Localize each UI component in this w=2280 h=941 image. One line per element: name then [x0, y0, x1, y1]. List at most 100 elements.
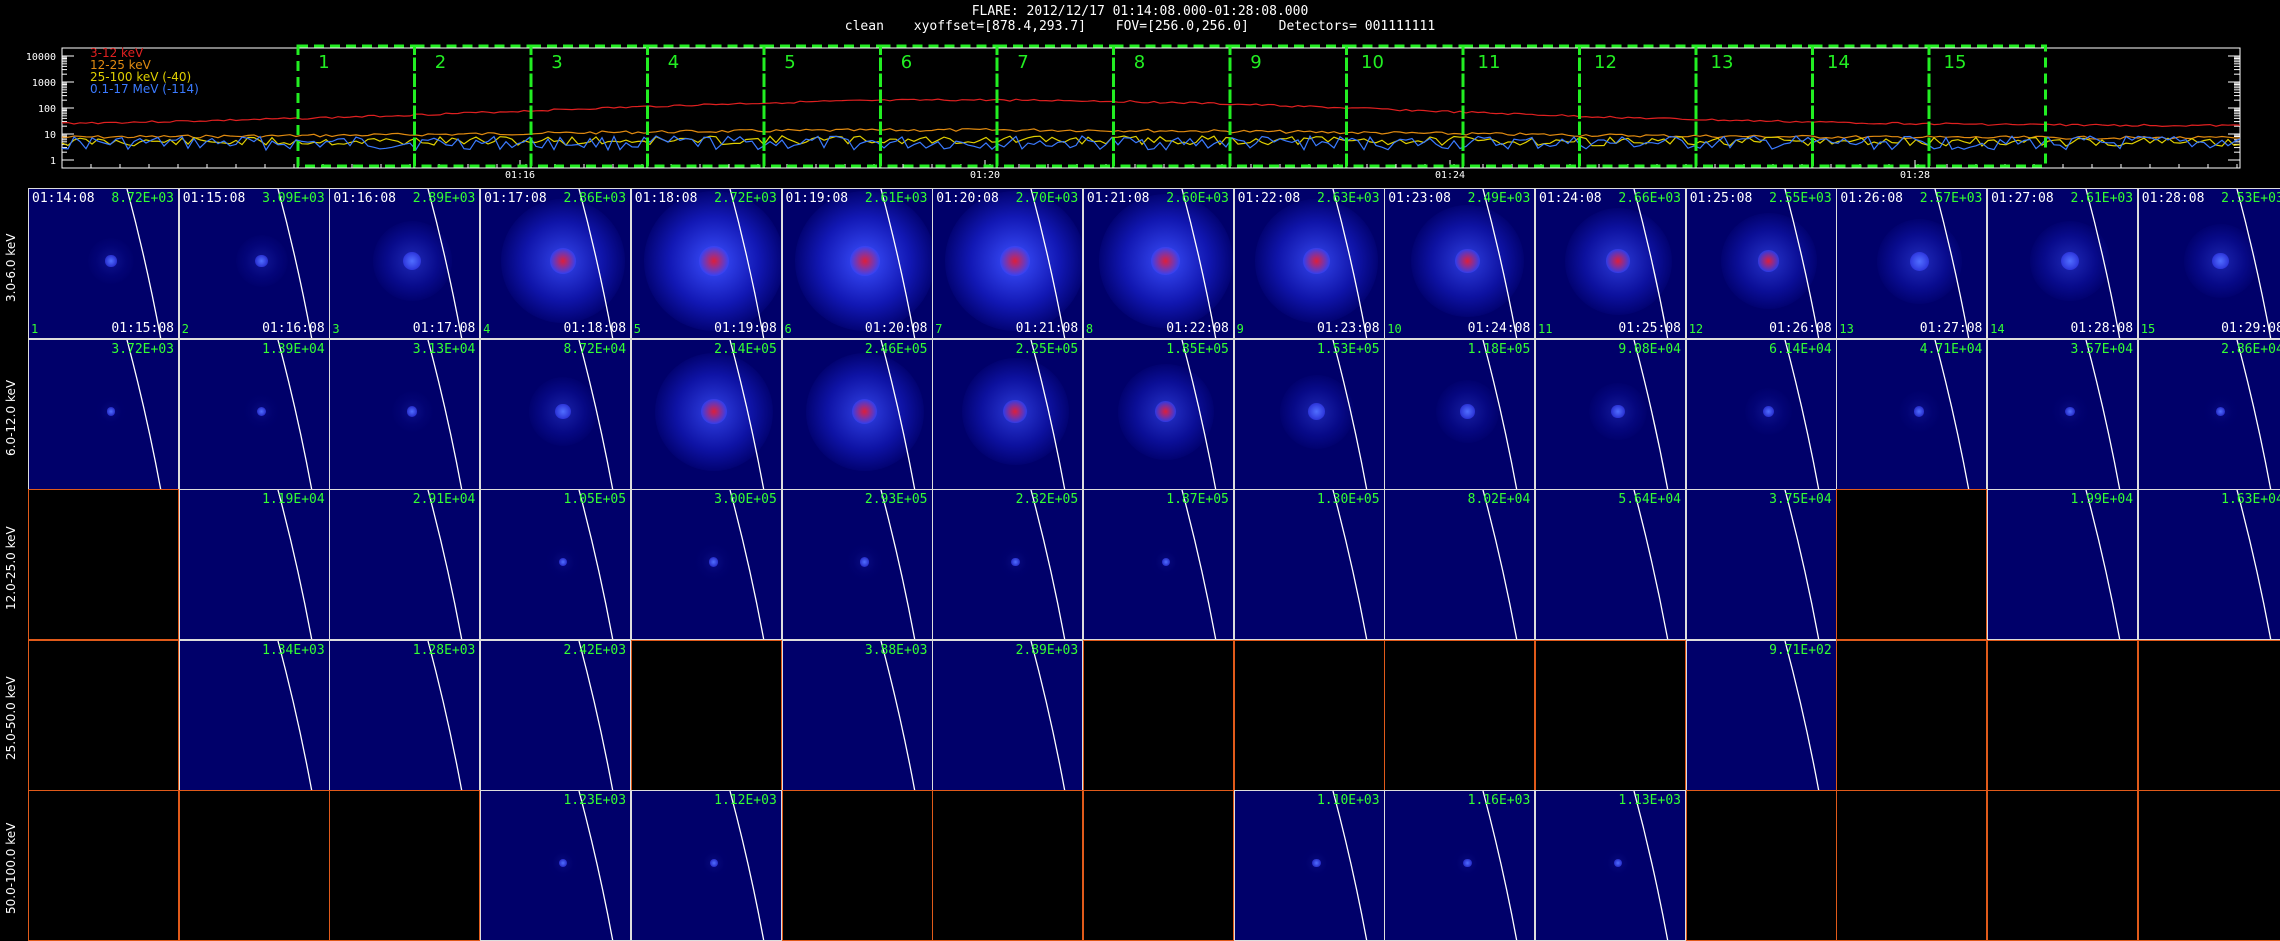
- interval-box: [296, 44, 416, 168]
- image-cell: [1987, 639, 2139, 791]
- peak-value: 1.16E+03: [1467, 793, 1531, 808]
- solar-limb: [879, 490, 915, 639]
- image-cell: 1.28E+03: [329, 639, 481, 791]
- image-cell: 1.87E+05: [1082, 489, 1234, 640]
- peak-value: 3.13E+04: [412, 341, 476, 357]
- peak-value: 2.55E+03: [1769, 191, 1832, 206]
- image-cell: 1.05E+05: [480, 489, 632, 640]
- end-time: 01:15:08: [111, 321, 174, 336]
- interval-label: 3: [551, 52, 562, 73]
- image-cell: 2.86E+03 01:17:08 01:18:08 4: [480, 188, 632, 339]
- solar-limb: [578, 339, 614, 489]
- image-cell: 2.14E+05: [630, 338, 782, 490]
- x-tick-label: 01:20: [970, 170, 1000, 180]
- solar-limb: [1784, 189, 1819, 338]
- image-cell: 2.86E+04: [2137, 338, 2280, 490]
- image-cell: 2.89E+03: [932, 639, 1084, 791]
- interval-index: 7: [935, 322, 943, 336]
- row-label-energy: 12.0-25.0 keV: [4, 526, 18, 610]
- image-cell: 1.34E+03: [178, 639, 330, 791]
- legend-entry: 0.1-17 MeV (-114): [90, 82, 199, 96]
- lightcurve-plot: 10000100010010101:16 01:20 01:24 01:283-12 …: [26, 44, 2241, 180]
- image-cell: [2137, 639, 2280, 791]
- peak-value: 3.09E+03: [262, 191, 325, 206]
- image-cell: 1.85E+05: [1082, 338, 1234, 490]
- start-time: 01:24:08: [1539, 191, 1602, 206]
- peak-value: 1.53E+05: [1316, 341, 1380, 357]
- peak-value: 9.08E+04: [1618, 341, 1681, 357]
- image-cell: 1.13E+03: [1535, 790, 1686, 941]
- interval-label: 13: [1711, 52, 1734, 73]
- end-time: 01:23:08: [1316, 321, 1380, 336]
- image-cell: [1836, 639, 1988, 791]
- peak-value: 2.14E+05: [714, 341, 777, 357]
- solar-limb: [2236, 189, 2272, 338]
- peak-value: 2.63E+03: [1316, 191, 1380, 206]
- solar-limb: [2085, 189, 2121, 338]
- image-cell: [630, 639, 782, 791]
- solar-limb: [1633, 791, 1669, 940]
- interval-index: 14: [1990, 322, 2005, 336]
- peak-value: 2.86E+03: [563, 191, 627, 206]
- image-cell: [1685, 790, 1837, 941]
- image-cell: 1.12E+03: [630, 790, 782, 941]
- image-cell: [2137, 790, 2280, 941]
- image-cell: 3.88E+03: [781, 639, 933, 791]
- image-cell: 3.72E+03: [28, 338, 179, 490]
- peak-value: 2.89E+03: [1015, 642, 1079, 658]
- row-label-energy: 6.0-12.0 keV: [4, 379, 18, 456]
- interval-label: 7: [1017, 52, 1028, 73]
- image-cell: 2.60E+03 01:21:08 01:22:08 8: [1082, 188, 1234, 339]
- image-cell: 2.57E+03 01:26:08 01:27:08 13: [1836, 188, 1988, 339]
- image-cell: 3.09E+03 01:15:08 01:16:08 2: [178, 188, 330, 339]
- interval-index: 1: [31, 322, 39, 336]
- image-cell: 1.63E+04: [2137, 489, 2280, 640]
- solar-limb: [2085, 490, 2121, 639]
- image-cell: 2.93E+05: [781, 489, 933, 640]
- end-time: 01:17:08: [412, 321, 476, 336]
- solar-limb: [729, 490, 765, 639]
- peak-value: 2.89E+03: [412, 191, 476, 206]
- peak-value: 8.02E+04: [1467, 492, 1531, 507]
- row-label-energy: 25.0-50.0 keV: [4, 676, 18, 761]
- interval-label: 15: [1944, 52, 1967, 73]
- image-cell: [1384, 639, 1536, 791]
- image-cell: 8.72E+04: [480, 338, 632, 490]
- solar-limb: [1030, 189, 1066, 338]
- image-cell: 1.99E+04: [1987, 489, 2139, 640]
- peak-value: 3.88E+03: [864, 642, 928, 658]
- peak-value: 2.61E+03: [2070, 191, 2134, 206]
- interval-label: 6: [901, 52, 912, 73]
- xyoffset-label: xyoffset=[878.4,293.7]: [913, 19, 1086, 34]
- peak-value: 1.63E+04: [2221, 492, 2280, 507]
- y-tick-label: 10000: [26, 52, 56, 63]
- image-cell: 2.32E+05: [932, 489, 1084, 640]
- solar-limb: [2085, 339, 2121, 489]
- y-tick-label: 100: [38, 104, 56, 115]
- peak-value: 3.72E+03: [111, 341, 174, 357]
- interval-index: 12: [1688, 322, 1704, 336]
- interval-index: 15: [2140, 322, 2156, 336]
- solar-limb: [277, 339, 312, 489]
- solar-limb: [1934, 189, 1970, 338]
- image-cell: 1.18E+05: [1384, 338, 1536, 490]
- interval-label: 2: [435, 52, 446, 73]
- peak-value: 2.32E+05: [1015, 492, 1079, 507]
- solar-limb: [427, 189, 463, 338]
- start-time: 01:27:08: [1991, 191, 2054, 206]
- image-cell: 9.71E+02: [1685, 639, 1837, 791]
- interval-label: 5: [784, 52, 795, 73]
- image-cell: 2.61E+03 01:27:08 01:28:08 14: [1987, 188, 2139, 339]
- start-time: 01:20:08: [936, 191, 999, 206]
- image-cell: [178, 790, 330, 941]
- solar-limb: [879, 339, 915, 489]
- image-cell: 3.75E+04: [1685, 489, 1837, 640]
- image-cell: 1.53E+05: [1233, 338, 1385, 490]
- interval-index: 10: [1387, 322, 1402, 336]
- interval-box: [529, 44, 649, 168]
- row-label-energy: 50.0-100.0 keV: [4, 822, 18, 915]
- start-time: 01:18:08: [634, 191, 698, 206]
- solar-limb: [729, 339, 765, 489]
- solar-limb: [1331, 490, 1367, 639]
- interval-label: 12: [1594, 52, 1617, 73]
